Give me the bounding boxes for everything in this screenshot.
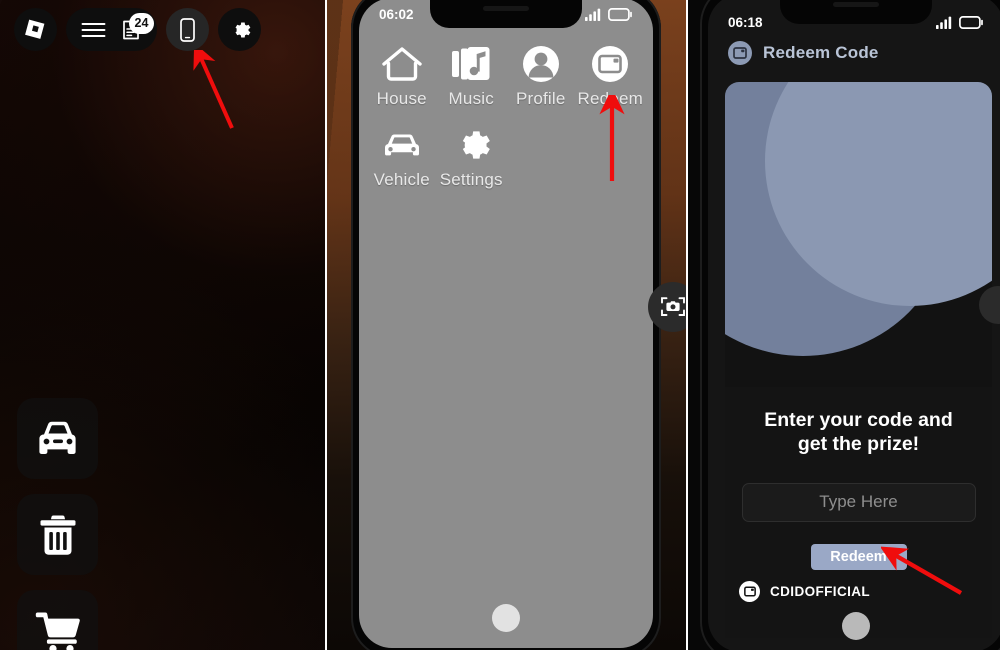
status-time: 06:02 bbox=[379, 6, 414, 22]
app-grid: House Music Profile Redeem Vehicle Setti… bbox=[359, 32, 653, 200]
brand-image-glyph-icon bbox=[743, 586, 756, 597]
app-house[interactable]: House bbox=[367, 38, 437, 119]
status-indicators bbox=[585, 7, 633, 21]
signal-bars-icon bbox=[936, 16, 952, 29]
profile-icon bbox=[522, 46, 559, 82]
redeem-icon bbox=[592, 46, 629, 82]
chat-button[interactable]: 24 bbox=[120, 12, 154, 41]
redeem-header-title: Redeem Code bbox=[763, 43, 879, 62]
phone-button[interactable] bbox=[166, 8, 209, 51]
redeem-header: Redeem Code bbox=[708, 32, 1000, 74]
app-music[interactable]: Music bbox=[437, 38, 507, 119]
rail-item-shop[interactable] bbox=[17, 590, 98, 650]
rail-item-vehicle[interactable] bbox=[17, 398, 98, 479]
settings-gear-icon bbox=[463, 131, 491, 159]
vehicle-icon bbox=[384, 134, 419, 156]
rail-item-trash[interactable] bbox=[17, 494, 98, 575]
redeem-header-icon bbox=[728, 41, 752, 65]
panel-divider-1 bbox=[325, 0, 327, 650]
brand-icon bbox=[739, 581, 760, 602]
phone-icon bbox=[180, 17, 195, 42]
redeem-submit-button[interactable]: Redeem bbox=[810, 543, 907, 570]
redeem-banner-image bbox=[725, 82, 992, 387]
app-label: Profile bbox=[515, 89, 566, 108]
phone-device-redeem: 06:18 Redeem Code Enter your code and ge… bbox=[700, 0, 1000, 650]
app-label: Vehicle bbox=[373, 170, 430, 189]
phone-device-apps: 06:02 House Music Profile Redeem Vehicle… bbox=[351, 0, 661, 650]
app-label: Music bbox=[448, 89, 494, 108]
app-profile[interactable]: Profile bbox=[506, 38, 576, 119]
settings-button[interactable] bbox=[218, 8, 261, 51]
panel-divider-2 bbox=[686, 0, 688, 650]
image-glyph-icon bbox=[733, 47, 747, 59]
home-button[interactable] bbox=[492, 604, 520, 632]
signal-bars-icon bbox=[585, 8, 601, 21]
game-viewport-panel: 24 bbox=[0, 0, 325, 650]
app-label: Redeem bbox=[577, 89, 643, 108]
home-button[interactable] bbox=[842, 612, 870, 640]
music-icon bbox=[452, 47, 490, 80]
phone-screen-apps: 06:02 House Music Profile Redeem Vehicle… bbox=[359, 0, 653, 648]
redeem-heading: Enter your code and get the prize! bbox=[725, 409, 992, 457]
app-redeem[interactable]: Redeem bbox=[576, 38, 646, 119]
redeem-footer: CDIDOFFICIAL bbox=[739, 581, 870, 602]
status-time: 06:18 bbox=[728, 14, 763, 30]
status-bar-redeem: 06:18 bbox=[708, 6, 1000, 38]
brand-name: CDIDOFFICIAL bbox=[770, 584, 871, 599]
phone-redeem-panel: 06:18 Redeem Code Enter your code and ge… bbox=[686, 0, 1000, 650]
battery-icon bbox=[608, 7, 632, 21]
redeem-code-input[interactable] bbox=[741, 482, 976, 522]
redeem-heading-line2: get the prize! bbox=[797, 432, 920, 455]
app-label: Settings bbox=[439, 170, 503, 189]
menu-chat-pill: 24 bbox=[66, 8, 157, 51]
hamburger-menu-button[interactable] bbox=[81, 21, 106, 39]
shopping-cart-icon bbox=[35, 612, 80, 650]
roblox-logo-icon bbox=[24, 19, 44, 39]
house-icon bbox=[382, 47, 422, 81]
gear-icon bbox=[235, 21, 250, 38]
status-indicators bbox=[936, 15, 984, 29]
app-label: House bbox=[376, 89, 427, 108]
roblox-logo-button[interactable] bbox=[14, 8, 57, 51]
annotation-arrow-to-phone-button bbox=[193, 50, 234, 129]
camera-capture-icon bbox=[661, 297, 685, 316]
hamburger-icon bbox=[81, 22, 106, 37]
battery-icon bbox=[959, 15, 983, 29]
status-bar-apps: 06:02 bbox=[359, 0, 653, 30]
chat-unread-badge: 24 bbox=[129, 12, 154, 34]
redeem-heading-line1: Enter your code and bbox=[764, 409, 953, 431]
game-action-rail bbox=[17, 398, 98, 650]
roblox-top-toolbar: 24 bbox=[14, 8, 261, 51]
car-icon bbox=[38, 421, 76, 454]
redeem-card: Enter your code and get the prize! Redee… bbox=[725, 82, 992, 638]
phone-apps-panel: 06:02 House Music Profile Redeem Vehicle… bbox=[325, 0, 686, 650]
trash-icon bbox=[40, 515, 75, 555]
phone-screen-redeem: 06:18 Redeem Code Enter your code and ge… bbox=[708, 0, 1000, 650]
app-vehicle[interactable]: Vehicle bbox=[367, 119, 437, 200]
app-settings[interactable]: Settings bbox=[437, 119, 507, 200]
screenshot-root: 24 06:02 House Music Profile Redeem Vehi… bbox=[0, 0, 1000, 650]
